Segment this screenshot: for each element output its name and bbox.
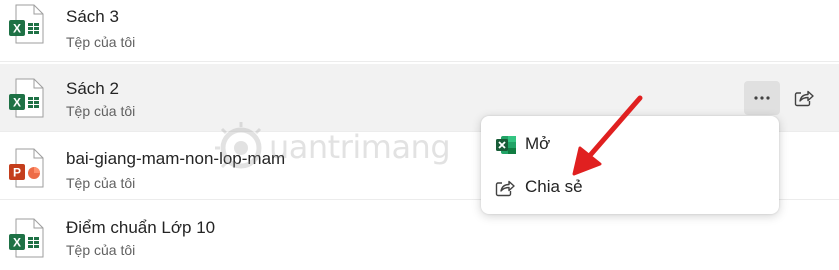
- svg-text:X: X: [13, 236, 21, 250]
- annotation-arrow-icon: [572, 95, 643, 176]
- more-icon: [754, 96, 770, 100]
- excel-file-icon: X: [9, 4, 44, 44]
- powerpoint-file-icon: P: [9, 148, 44, 188]
- excel-file-icon: X: [9, 218, 44, 258]
- file-row[interactable]: X Sách 3 Tệp của tôi: [0, 0, 839, 62]
- file-name[interactable]: bai-giang-mam-non-lop-mam: [66, 149, 285, 169]
- svg-text:P: P: [13, 166, 21, 180]
- svg-text:X: X: [13, 96, 21, 110]
- file-name[interactable]: Sách 2: [66, 79, 119, 99]
- file-location: Tệp của tôi: [66, 242, 136, 258]
- excel-icon: [496, 136, 516, 154]
- menu-item-label: Mở: [525, 134, 551, 153]
- share-button[interactable]: [786, 81, 822, 115]
- more-options-button[interactable]: [744, 81, 780, 115]
- share-icon: [794, 90, 814, 107]
- svg-text:X: X: [13, 22, 21, 36]
- file-name[interactable]: Điểm chuẩn Lớp 10: [66, 218, 215, 238]
- file-name[interactable]: Sách 3: [66, 7, 119, 27]
- excel-file-icon: X: [9, 78, 44, 118]
- file-location: Tệp của tôi: [66, 34, 136, 50]
- share-icon: [495, 180, 515, 197]
- file-location: Tệp của tôi: [66, 175, 136, 191]
- file-location: Tệp của tôi: [66, 103, 136, 119]
